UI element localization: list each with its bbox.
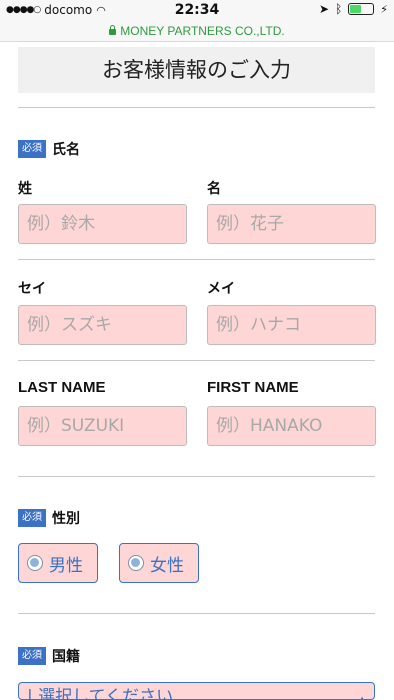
divider <box>18 476 375 477</box>
radio-circle-icon <box>128 555 144 571</box>
first-name-label: 名 <box>207 181 221 197</box>
first-kana-label: メイ <box>207 281 235 297</box>
nationality-select[interactable]: | 選択してください ▲ <box>18 682 375 700</box>
first-roman-label: FIRST NAME <box>207 379 299 396</box>
required-badge: 必須 <box>18 509 46 527</box>
gender-male-label: 男性 <box>49 555 83 576</box>
radio-circle-icon <box>27 555 43 571</box>
url-bar[interactable]: MONEY PARTNERS CO.,LTD. <box>0 20 394 42</box>
select-arrows-icon: ▲ <box>358 687 366 699</box>
status-right: ➤ ᛒ ⚡ <box>319 2 388 16</box>
battery-level <box>350 5 362 13</box>
nationality-section-header: 必須 国籍 <box>18 646 80 666</box>
gender-section-title: 性別 <box>52 511 80 527</box>
nationality-section-title: 国籍 <box>52 649 80 665</box>
battery-icon <box>348 3 375 15</box>
last-kana-label: セイ <box>18 281 46 297</box>
gender-female-radio[interactable]: 女性 <box>119 543 199 583</box>
url-text: MONEY PARTNERS CO.,LTD. <box>120 24 285 38</box>
status-bar: ●●●●○ docomo ◠ 22:34 ➤ ᛒ ⚡ <box>0 0 394 20</box>
location-arrow-icon: ➤ <box>319 2 330 16</box>
last-roman-input[interactable]: 例）SUZUKI <box>18 406 187 446</box>
required-badge: 必須 <box>18 647 46 665</box>
bluetooth-icon: ᛒ <box>335 2 343 16</box>
last-name-input[interactable]: 例）鈴木 <box>18 204 187 244</box>
lock-icon <box>109 25 117 35</box>
divider <box>18 107 375 108</box>
page-title: お客様情報のご入力 <box>18 47 375 93</box>
required-badge: 必須 <box>18 140 46 158</box>
last-kana-input[interactable]: 例）スズキ <box>18 305 187 345</box>
gender-male-radio[interactable]: 男性 <box>18 543 98 583</box>
charging-icon: ⚡ <box>380 2 388 16</box>
first-name-input[interactable]: 例）花子 <box>207 204 376 244</box>
divider <box>18 259 375 260</box>
last-roman-label: LAST NAME <box>18 379 106 396</box>
name-section-header: 必須 氏名 <box>18 139 80 159</box>
gender-female-label: 女性 <box>150 555 184 576</box>
gender-section-header: 必須 性別 <box>18 508 80 528</box>
divider <box>18 613 375 614</box>
last-name-label: 姓 <box>18 181 32 197</box>
name-section-title: 氏名 <box>52 142 80 158</box>
divider <box>18 360 375 361</box>
first-kana-input[interactable]: 例）ハナコ <box>207 305 376 345</box>
nationality-select-value: | 選択してください <box>27 687 174 700</box>
url-text-wrap: MONEY PARTNERS CO.,LTD. <box>109 24 285 38</box>
first-roman-input[interactable]: 例）HANAKO <box>207 406 376 446</box>
